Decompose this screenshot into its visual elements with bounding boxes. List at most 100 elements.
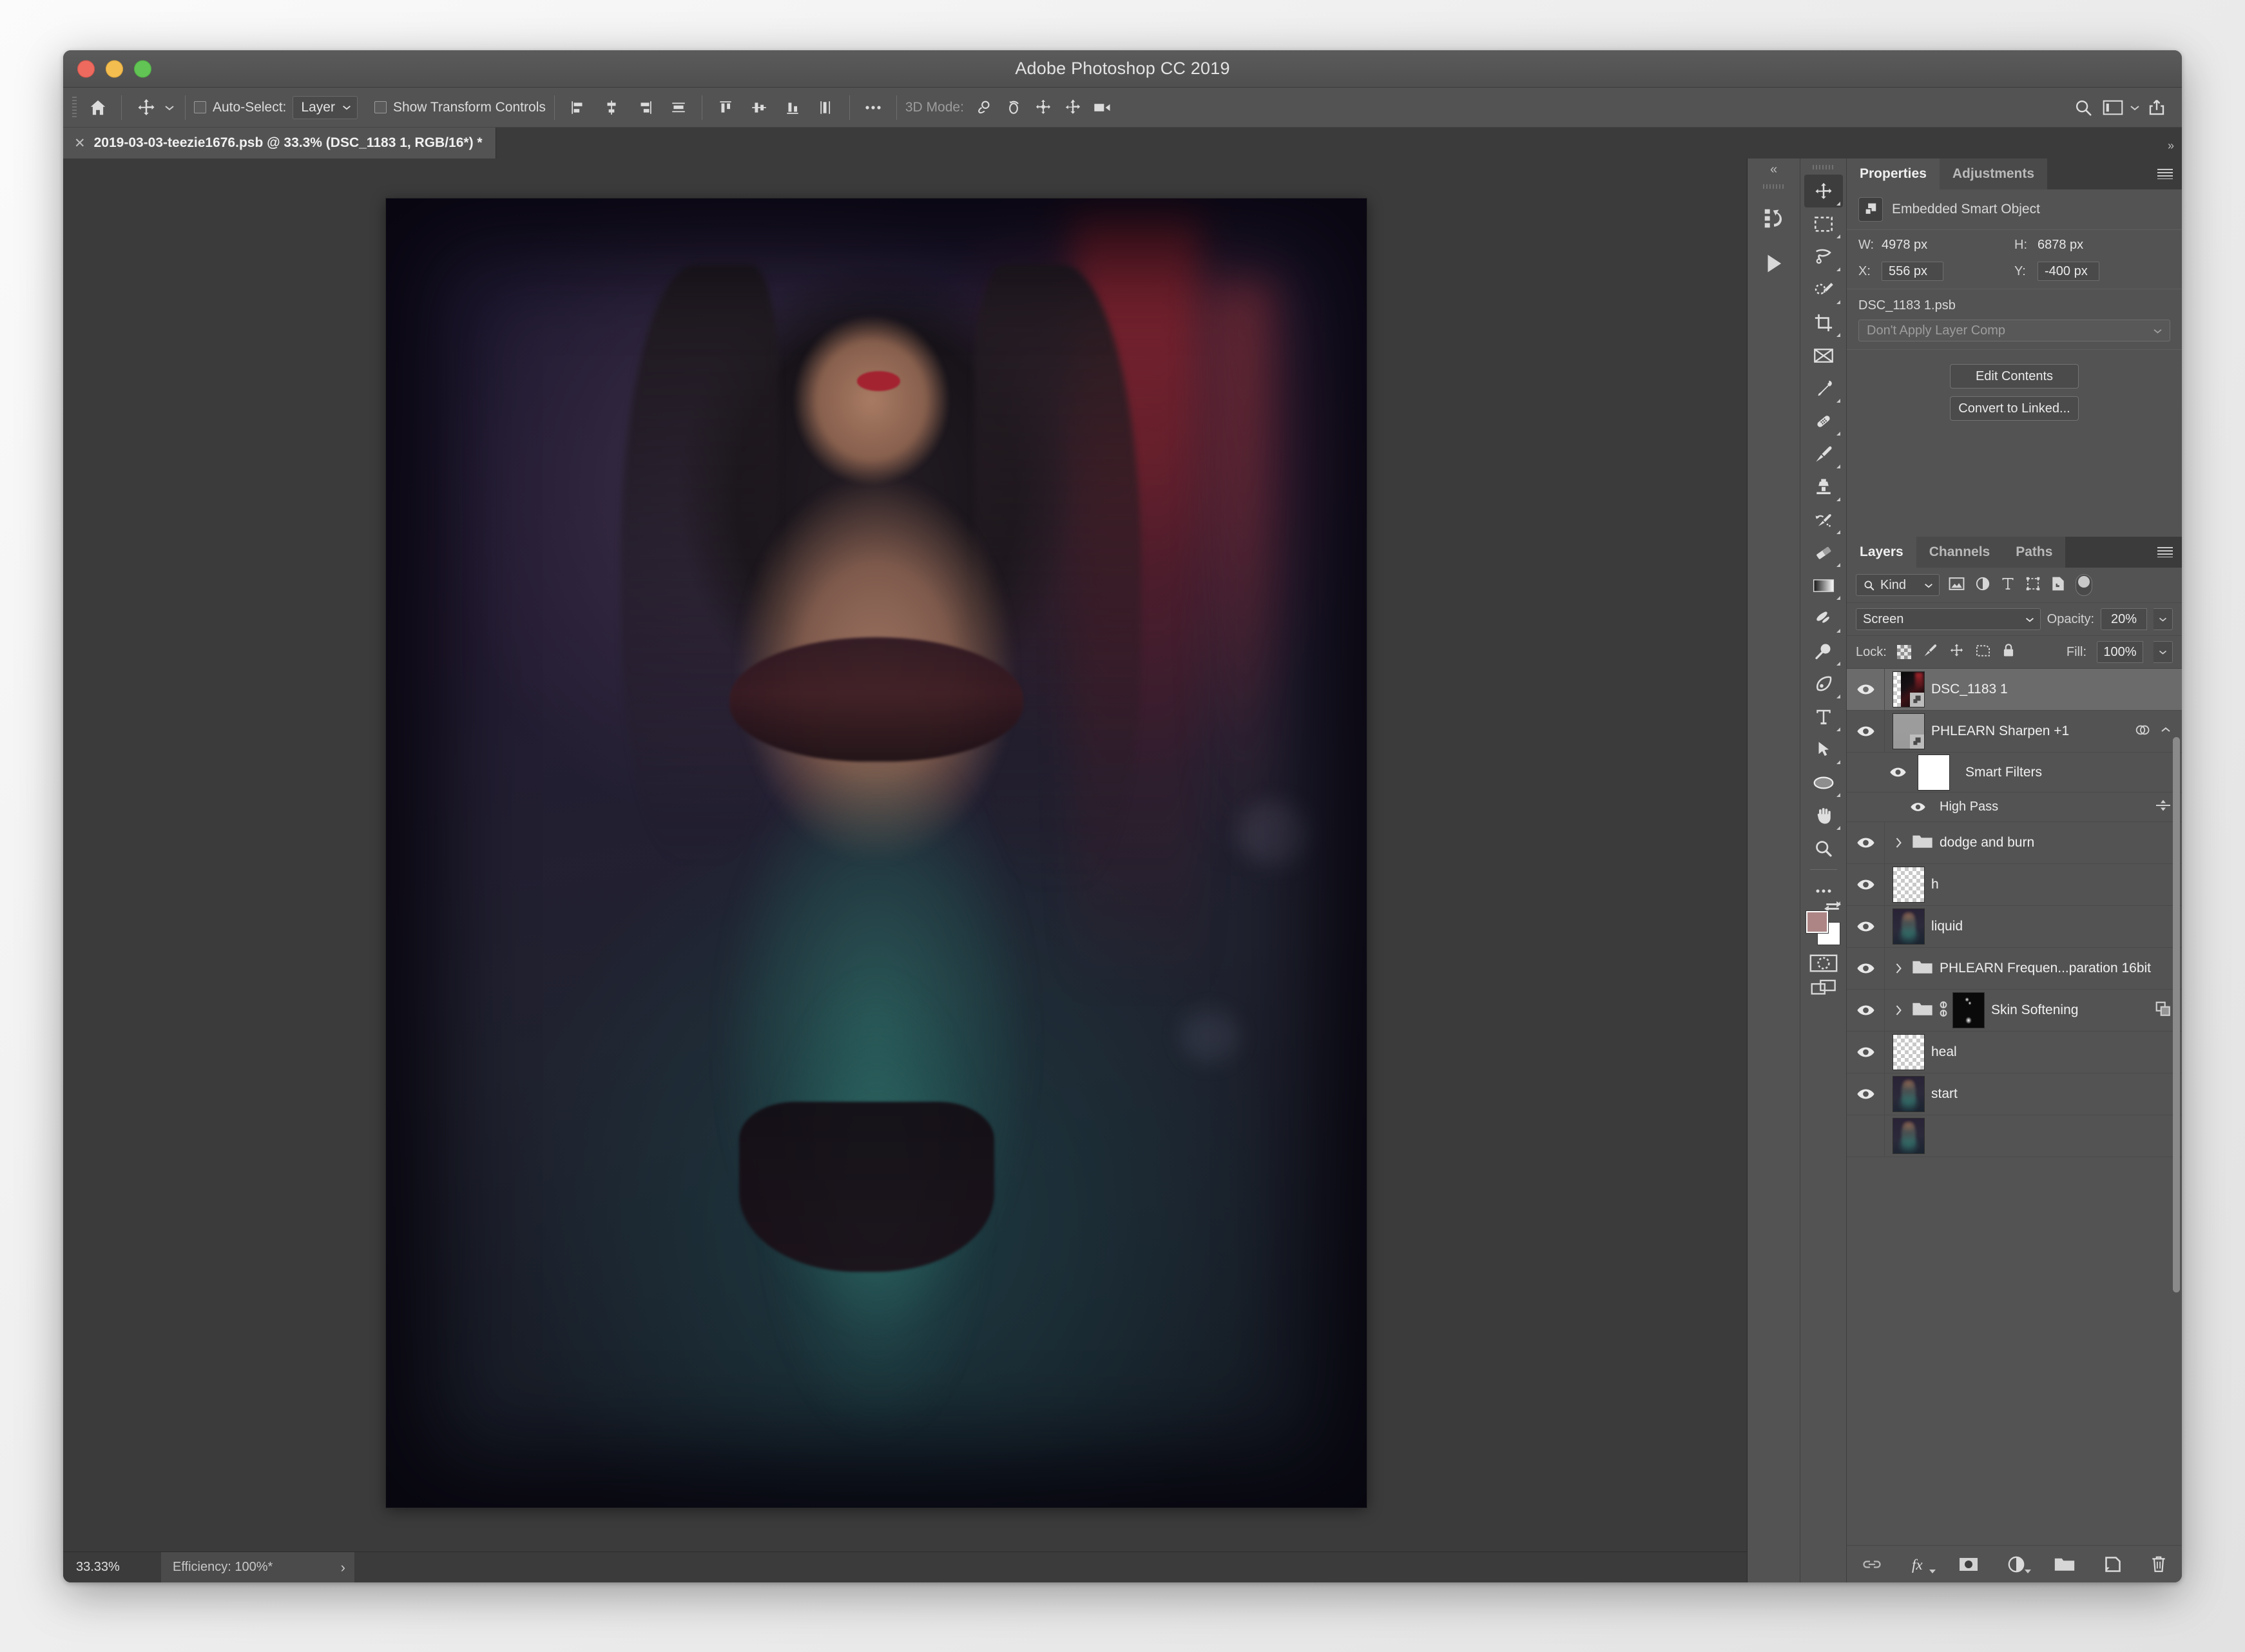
layer-thumbnail[interactable] [1893, 1076, 1925, 1112]
lasso-tool-icon[interactable] [1804, 240, 1843, 273]
new-layer-icon[interactable] [2104, 1555, 2122, 1573]
smart-filters-icon[interactable] [2134, 722, 2151, 742]
blending-options-icon[interactable] [2155, 798, 2172, 816]
roll-3d-icon[interactable] [999, 93, 1028, 122]
lock-artboard-nesting-icon[interactable] [1976, 644, 1990, 660]
share-icon[interactable] [2142, 93, 2172, 122]
collapse-panels-icon[interactable]: « [1748, 158, 1800, 180]
layer-list[interactable]: DSC_1183 1 PHLEARN Sharpen +1 Smart Filt… [1847, 668, 2182, 1545]
layer-name[interactable]: liquid [1931, 919, 2182, 934]
clipped-layers-icon[interactable] [2155, 1001, 2172, 1021]
orbit-3d-icon[interactable] [969, 93, 999, 122]
align-top-edges-icon[interactable] [664, 93, 693, 122]
distribute-top-edges-icon[interactable] [711, 93, 740, 122]
lock-image-pixels-icon[interactable] [1923, 643, 1938, 661]
arrange-documents-icon[interactable] [2098, 93, 2128, 122]
dodge-tool-icon[interactable] [1804, 635, 1843, 668]
rectangular-marquee-tool-icon[interactable] [1804, 207, 1843, 240]
panel-menu-icon[interactable] [2157, 537, 2182, 568]
layer-style-fx-icon[interactable]: fx [1911, 1555, 1936, 1573]
tab-paths[interactable]: Paths [2003, 537, 2066, 568]
table-row[interactable]: heal [1847, 1032, 2182, 1073]
layer-name[interactable]: start [1931, 1086, 2182, 1102]
filter-shape-layers-icon[interactable] [2025, 576, 2041, 595]
new-adjustment-layer-icon[interactable] [2007, 1555, 2031, 1573]
show-transform-checkbox[interactable] [374, 101, 387, 113]
link-layers-icon[interactable] [1862, 1558, 1882, 1571]
table-row[interactable]: High Pass [1847, 792, 2182, 822]
actions-play-icon[interactable] [1753, 243, 1795, 284]
options-bar-grip[interactable] [72, 96, 77, 119]
layer-visibility-eye-icon[interactable] [1847, 963, 1884, 974]
type-tool-icon[interactable] [1804, 700, 1843, 733]
hand-tool-icon[interactable] [1804, 799, 1843, 832]
history-icon[interactable] [1753, 198, 1795, 239]
table-row[interactable]: Skin Softening [1847, 990, 2182, 1032]
auto-select-option[interactable]: Auto-Select: Layer [194, 88, 358, 127]
distribute-vertical-centers-icon[interactable] [744, 93, 774, 122]
table-row[interactable]: start [1847, 1073, 2182, 1115]
layer-name[interactable]: h [1931, 877, 2182, 892]
layer-thumbnail[interactable] [1893, 713, 1925, 749]
smart-filter-mask-thumbnail[interactable] [1918, 754, 1950, 791]
delete-layer-icon[interactable] [2150, 1555, 2167, 1573]
blur-tool-icon[interactable] [1804, 602, 1843, 635]
lock-all-icon[interactable] [2002, 643, 2015, 661]
quick-mask-mode-icon[interactable] [1809, 954, 1838, 973]
table-row[interactable]: DSC_1183 1 [1847, 669, 2182, 711]
layer-mask-thumbnail[interactable] [1952, 992, 1985, 1028]
layer-thumbnail[interactable] [1893, 867, 1925, 903]
filter-visibility-eye-icon[interactable] [1847, 802, 1931, 812]
gradient-tool-icon[interactable] [1804, 569, 1843, 602]
frame-tool-icon[interactable] [1804, 339, 1843, 372]
group-disclosure-chevron-right-icon[interactable] [1889, 1004, 1908, 1017]
crop-tool-icon[interactable] [1804, 306, 1843, 339]
pan-3d-icon[interactable] [1028, 93, 1058, 122]
document-tab[interactable]: ✕ 2019-03-03-teezie1676.psb @ 33.3% (DSC… [63, 128, 496, 158]
tab-adjustments[interactable]: Adjustments [1939, 158, 2048, 189]
status-info-area[interactable]: Efficiency: 100%* › [161, 1552, 354, 1582]
distribute-left-edges-icon[interactable] [811, 93, 841, 122]
layer-name[interactable]: PHLEARN Sharpen +1 [1931, 724, 2134, 739]
layer-visibility-eye-icon[interactable] [1847, 1046, 1884, 1058]
table-row[interactable] [1847, 1115, 2182, 1157]
group-disclosure-chevron-right-icon[interactable] [1889, 962, 1908, 975]
move-tool-icon[interactable] [130, 91, 162, 124]
history-brush-tool-icon[interactable] [1804, 503, 1843, 536]
zoom-level-field[interactable]: 33.33% [76, 1560, 161, 1575]
y-input[interactable]: -400 px [2038, 262, 2099, 281]
slide-3d-icon[interactable] [1058, 93, 1088, 122]
align-horizontal-centers-icon[interactable] [597, 93, 626, 122]
layer-thumbnail[interactable] [1893, 1118, 1925, 1154]
show-transform-controls-option[interactable]: Show Transform Controls [374, 88, 546, 127]
layer-visibility-eye-icon[interactable] [1847, 921, 1884, 932]
link-mask-icon[interactable] [1938, 1000, 1949, 1021]
layer-visibility-eye-icon[interactable] [1847, 1088, 1884, 1100]
add-layer-mask-icon[interactable] [1958, 1557, 1979, 1572]
healing-brush-tool-icon[interactable] [1804, 405, 1843, 437]
align-right-edges-icon[interactable] [630, 93, 660, 122]
close-icon[interactable]: ✕ [74, 135, 86, 151]
filter-pixel-layers-icon[interactable] [1949, 577, 1965, 594]
layer-visibility-eye-icon[interactable] [1847, 879, 1884, 890]
arrange-chevron-down-icon[interactable] [2128, 88, 2142, 127]
fill-stepper-chevron-down-icon[interactable] [2153, 641, 2173, 663]
clone-stamp-tool-icon[interactable] [1804, 470, 1843, 503]
layer-comp-dropdown[interactable]: Don't Apply Layer Comp [1858, 320, 2170, 341]
x-input[interactable]: 556 px [1882, 262, 1943, 281]
screen-mode-icon[interactable] [1809, 977, 1838, 999]
brush-tool-icon[interactable] [1804, 437, 1843, 470]
layer-thumbnail[interactable] [1893, 908, 1925, 945]
layer-visibility-eye-icon[interactable] [1847, 1004, 1884, 1016]
tool-preset-chevron-down-icon[interactable] [162, 88, 177, 127]
layer-name[interactable]: Skin Softening [1991, 1003, 2155, 1018]
table-row[interactable]: dodge and burn [1847, 822, 2182, 864]
table-row[interactable]: PHLEARN Frequen...paration 16bit [1847, 948, 2182, 990]
layers-scrollbar-thumb[interactable] [2173, 737, 2180, 1293]
tab-channels[interactable]: Channels [1916, 537, 2003, 568]
foreground-color-swatch[interactable] [1806, 911, 1828, 933]
lock-position-icon[interactable] [1949, 643, 1964, 661]
distribute-bottom-edges-icon[interactable] [778, 93, 807, 122]
table-row[interactable]: h [1847, 864, 2182, 906]
zoom-window-button[interactable] [134, 60, 151, 77]
